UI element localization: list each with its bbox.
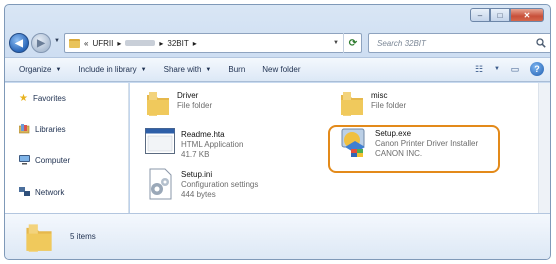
sidebar-item-favorites[interactable]: ★ Favorites: [19, 93, 66, 104]
network-icon: [19, 187, 30, 196]
burn-label: Burn: [228, 65, 246, 74]
sidebar-item-label: Libraries: [35, 124, 66, 134]
sidebar-item-libraries[interactable]: Libraries: [19, 124, 66, 134]
command-bar: Organize ▼ Include in library ▼ Share with…: [5, 57, 550, 82]
settings-file-icon: [149, 168, 172, 200]
libraries-icon: [19, 124, 30, 134]
star-icon: ★: [19, 93, 28, 104]
file-name: Driver: [177, 91, 199, 100]
chevron-down-icon: ▼: [205, 66, 212, 73]
file-size: 444 bytes: [181, 190, 216, 199]
include-in-library-label: Include in library: [78, 65, 137, 74]
chevron-right-icon[interactable]: ▸: [159, 39, 163, 48]
caption-buttons: – □ ✕: [470, 8, 544, 22]
burn-button[interactable]: Burn: [228, 65, 245, 74]
sidebar-item-computer[interactable]: Computer: [19, 155, 70, 165]
file-name: Readme.hta: [181, 130, 225, 139]
folder-icon: [26, 223, 52, 252]
sidebar-item-label: Computer: [35, 155, 71, 165]
breadcrumb-hidden[interactable]: [125, 40, 156, 46]
file-item-setup-ini[interactable]: Setup.ini Configuration settings 444 byt…: [145, 168, 258, 200]
refresh-button[interactable]: ⟳: [343, 33, 362, 53]
breadcrumb-32bit[interactable]: 32BIT: [167, 39, 188, 48]
navigation-bar: ◀ ▶ ▼ « UFRII ▸ ▸ 32BIT ▸ ▼ ⟳ Search 32B…: [9, 32, 550, 54]
explorer-window: – □ ✕ ◀ ▶ ▼ « UFRII ▸ ▸ 32BIT ▸ ▼ ⟳ Sear…: [4, 4, 551, 260]
file-name: Setup.ini: [181, 170, 213, 179]
details-pane: 5 items: [5, 213, 550, 259]
help-icon[interactable]: ?: [530, 62, 544, 76]
vertical-scrollbar[interactable]: [538, 83, 550, 215]
sidebar-item-label: Favorites: [32, 94, 66, 103]
chevron-down-icon: ▼: [140, 66, 147, 73]
folder-icon: [147, 92, 169, 116]
sidebar-item-network[interactable]: Network: [19, 187, 64, 197]
recent-pages-dropdown[interactable]: ▼: [54, 38, 60, 44]
search-placeholder: Search 32BIT: [377, 38, 426, 48]
selection-highlight: [328, 125, 500, 173]
folder-icon: [341, 92, 363, 116]
share-with-label: Share with: [163, 65, 202, 74]
close-button[interactable]: ✕: [510, 8, 544, 22]
breadcrumb-ufrii[interactable]: UFRII: [92, 39, 113, 48]
change-view-icon[interactable]: ☷: [472, 62, 486, 76]
chevron-down-icon: ▼: [55, 66, 62, 73]
file-item-misc[interactable]: misc File folder: [339, 89, 406, 117]
share-with-button[interactable]: Share with ▼: [164, 65, 212, 74]
file-type: File folder: [371, 101, 407, 110]
navigation-pane: ★ Favorites Libraries Computer Network: [5, 83, 129, 215]
maximize-button[interactable]: □: [490, 8, 510, 22]
search-input[interactable]: Search 32BIT: [368, 33, 550, 53]
organize-button[interactable]: Organize ▼: [19, 65, 61, 74]
file-item-readme-hta[interactable]: Readme.hta HTML Application 41.7 KB: [145, 128, 243, 159]
file-size: 41.7 KB: [181, 150, 210, 159]
sidebar-item-label: Network: [35, 187, 65, 197]
search-icon[interactable]: [536, 38, 546, 48]
file-item-driver[interactable]: Driver File folder: [145, 89, 212, 117]
forward-button[interactable]: ▶: [31, 33, 51, 53]
preview-pane-icon[interactable]: ▭: [508, 62, 522, 76]
address-bar[interactable]: « UFRII ▸ ▸ 32BIT ▸ ▼: [64, 33, 362, 53]
back-button[interactable]: ◀: [9, 33, 29, 53]
include-in-library-button[interactable]: Include in library ▼: [78, 65, 146, 74]
folder-icon: [69, 38, 80, 48]
minimize-button[interactable]: –: [470, 8, 490, 22]
file-name: misc: [371, 91, 388, 100]
file-type: File folder: [177, 101, 213, 110]
new-folder-label: New folder: [262, 65, 301, 74]
item-count: 5 items: [70, 232, 96, 241]
address-dropdown[interactable]: ▼: [333, 40, 339, 46]
chevron-right-icon[interactable]: ▸: [117, 39, 121, 48]
chevron-down-icon[interactable]: ▼: [494, 62, 500, 76]
file-type: HTML Application: [181, 140, 244, 149]
new-folder-button[interactable]: New folder: [262, 65, 300, 74]
breadcrumb-overflow[interactable]: «: [84, 39, 88, 48]
file-type: Configuration settings: [181, 180, 259, 189]
chevron-right-icon[interactable]: ▸: [193, 39, 197, 48]
organize-label: Organize: [19, 65, 52, 74]
hta-file-icon: [145, 128, 175, 154]
computer-icon: [19, 155, 30, 165]
